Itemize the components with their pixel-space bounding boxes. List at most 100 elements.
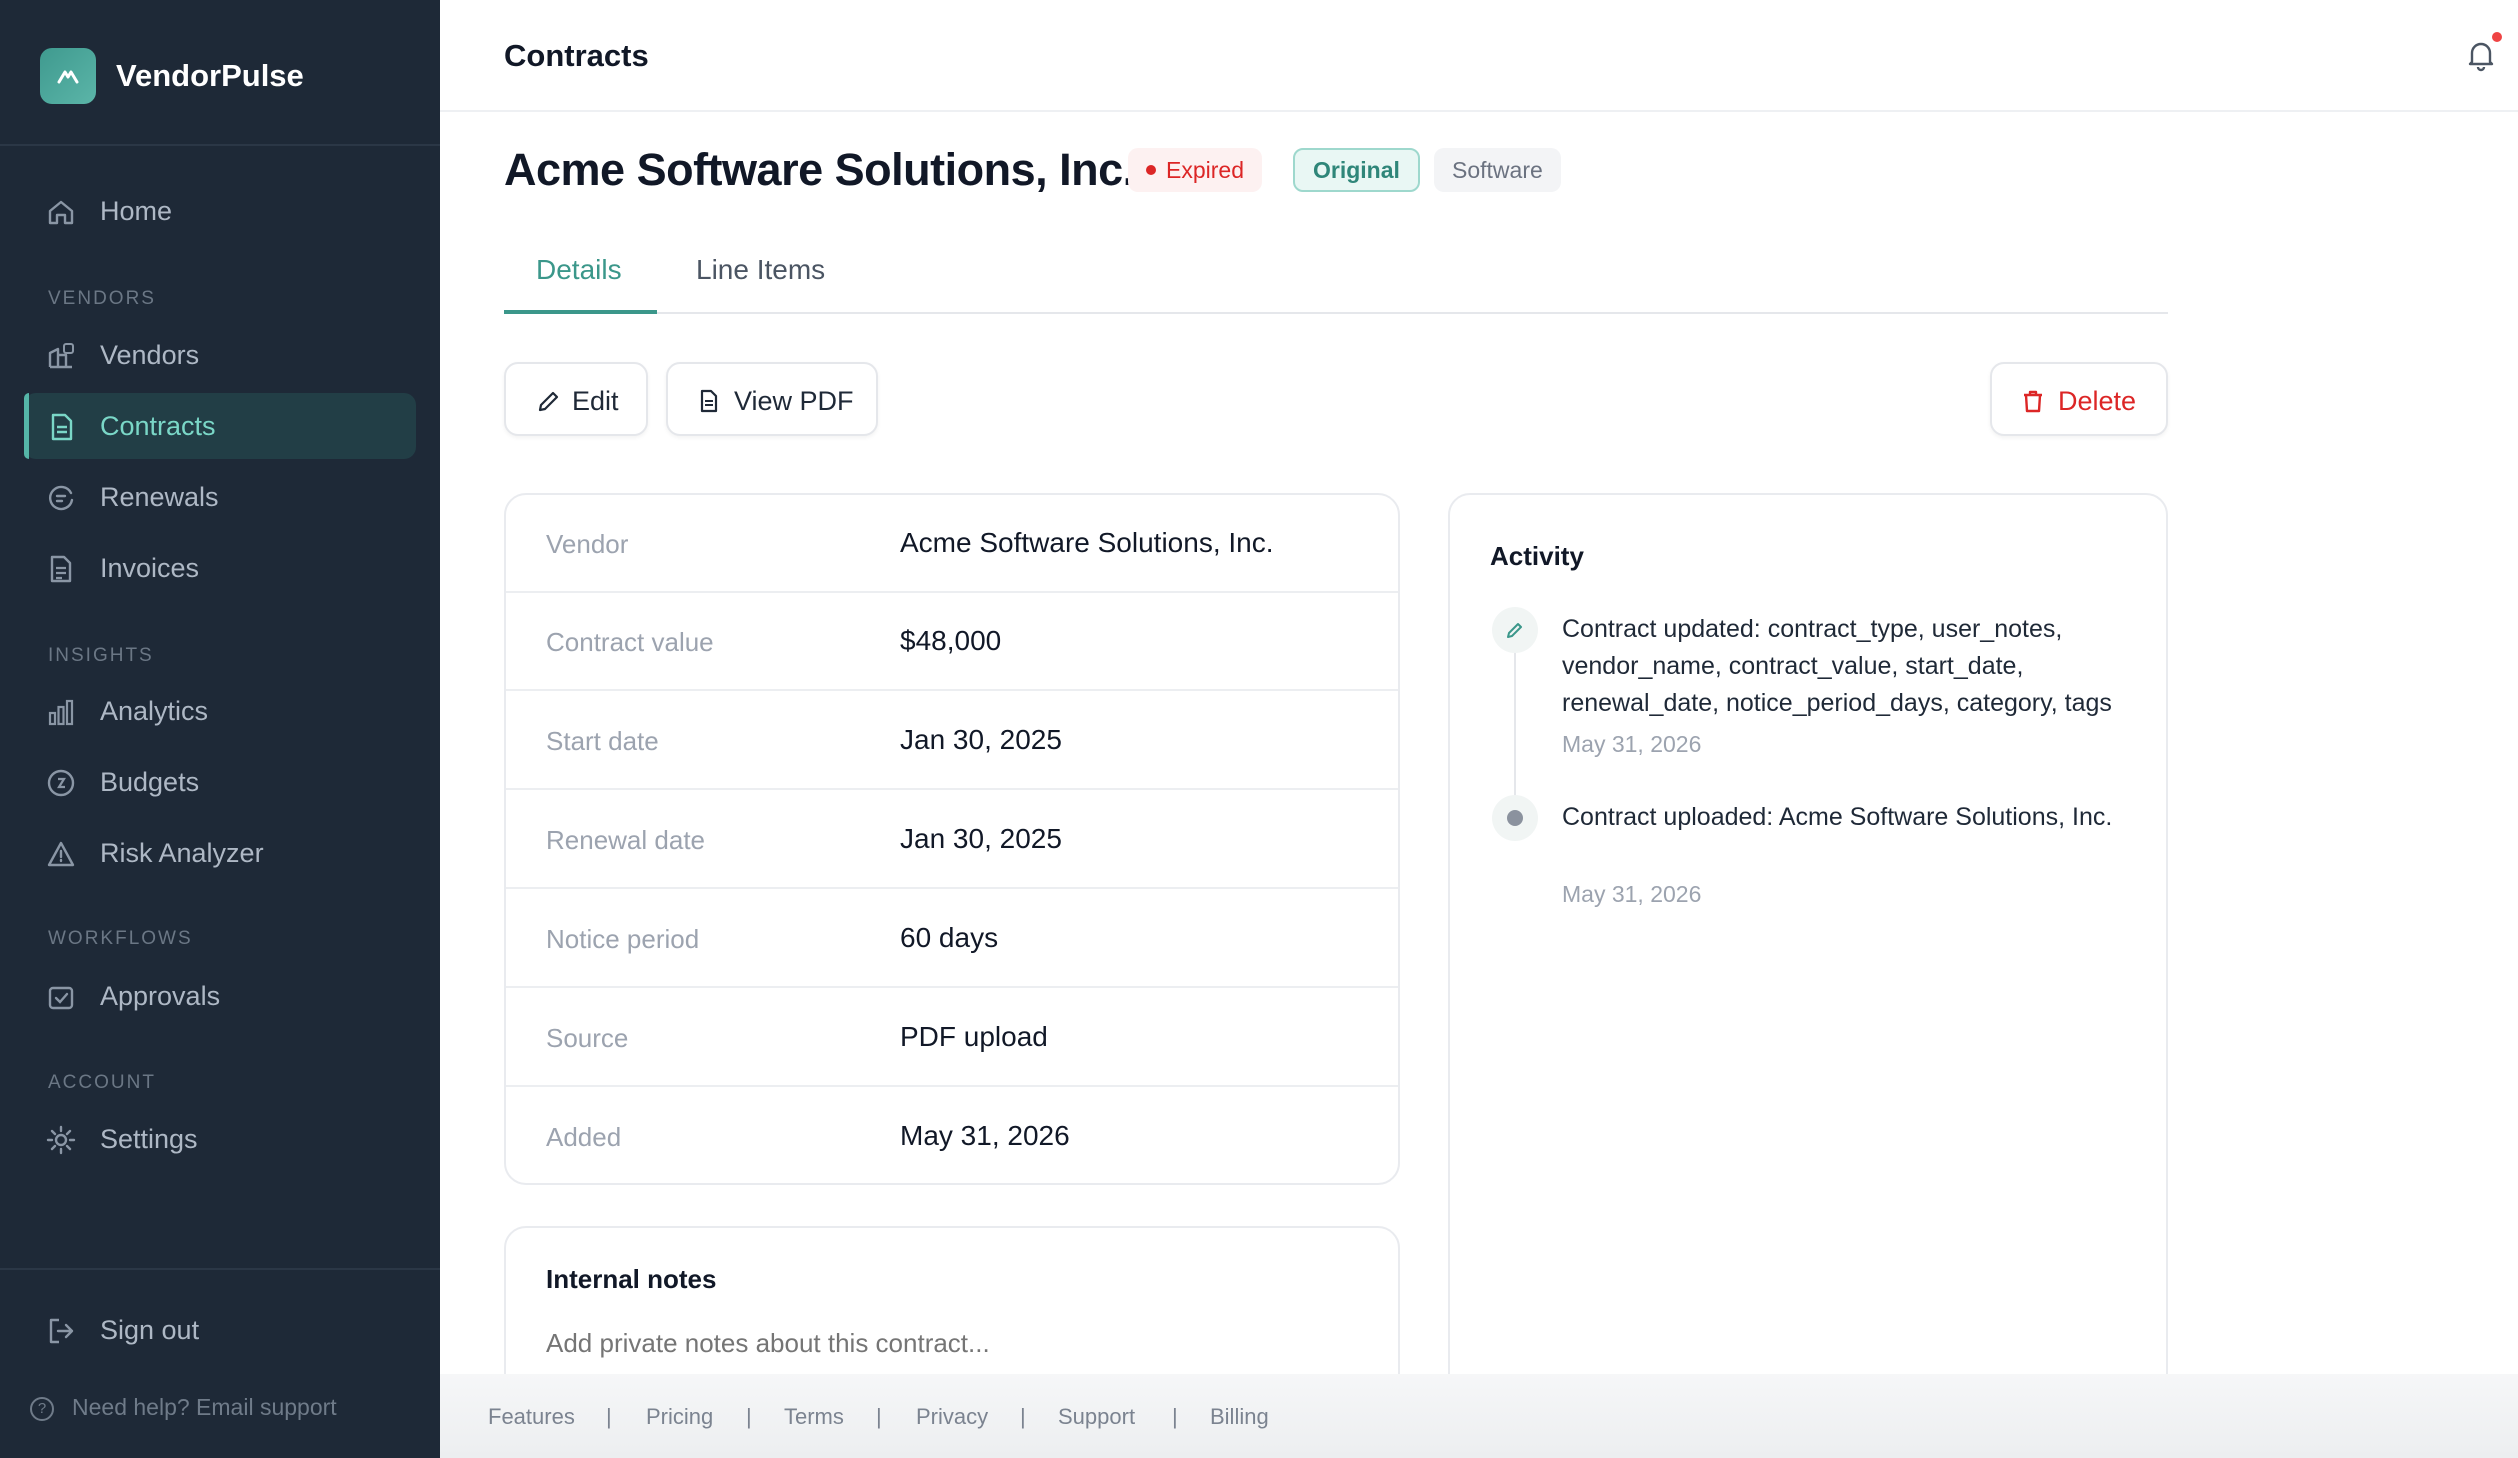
dot-icon bbox=[1492, 795, 1538, 841]
sidebar: VendorPulse Home VENDORS Vendors Contrac… bbox=[0, 0, 440, 1458]
footer-separator: | bbox=[606, 1404, 612, 1429]
help-link[interactable]: ? Need help? Email support bbox=[30, 1394, 337, 1421]
sidebar-item-label: Analytics bbox=[100, 696, 209, 726]
timeline-line bbox=[1514, 645, 1516, 805]
sidebar-item-renewals[interactable]: Renewals bbox=[24, 464, 416, 530]
brand-header: VendorPulse bbox=[0, 0, 440, 146]
sidebar-item-label: Risk Analyzer bbox=[100, 838, 264, 868]
section-label-account: ACCOUNT bbox=[48, 1072, 156, 1093]
footer-separator: | bbox=[1020, 1404, 1026, 1429]
detail-key: Start date bbox=[546, 726, 659, 756]
sign-out-label: Sign out bbox=[100, 1315, 200, 1345]
home-icon bbox=[48, 200, 74, 225]
mountain-icon[interactable] bbox=[40, 48, 96, 104]
activity-text: Contract updated: contract_type, user_no… bbox=[1562, 615, 2112, 717]
detail-row-renewal-date: Renewal date Jan 30, 2025 bbox=[506, 791, 1398, 889]
sign-out-icon bbox=[49, 1318, 74, 1344]
detail-key: Vendor bbox=[546, 529, 629, 559]
bar-chart-icon bbox=[48, 699, 74, 726]
sidebar-item-risk-analyzer[interactable]: Risk Analyzer bbox=[24, 820, 416, 886]
help-icon: ? bbox=[30, 1396, 54, 1421]
notes-input[interactable] bbox=[546, 1328, 1346, 1359]
help-text: Need help? Email support bbox=[72, 1394, 337, 1420]
warning-icon bbox=[47, 841, 75, 867]
view-pdf-label: View PDF bbox=[734, 386, 854, 416]
contract-title: Acme Software Solutions, Inc. bbox=[504, 144, 1135, 195]
sidebar-item-label: Renewals bbox=[100, 482, 219, 512]
activity-date: May 31, 2026 bbox=[1562, 731, 1702, 757]
detail-value: Jan 30, 2025 bbox=[900, 724, 1062, 755]
app-name: VendorPulse bbox=[116, 58, 304, 93]
detail-key: Notice period bbox=[546, 924, 700, 954]
detail-key: Added bbox=[546, 1122, 622, 1152]
sidebar-item-budgets[interactable]: Budgets bbox=[24, 749, 416, 815]
sidebar-item-label: Settings bbox=[100, 1124, 198, 1154]
sidebar-item-analytics[interactable]: Analytics bbox=[24, 678, 416, 744]
page-title: Contracts bbox=[504, 38, 649, 73]
footer-link-billing[interactable]: Billing bbox=[1210, 1404, 1269, 1430]
detail-key: Contract value bbox=[546, 627, 714, 657]
pencil-icon bbox=[1492, 607, 1538, 653]
category-badge: Software bbox=[1434, 148, 1561, 192]
sidebar-item-label: Vendors bbox=[100, 340, 200, 370]
detail-value: May 31, 2026 bbox=[900, 1120, 1070, 1151]
detail-key: Renewal date bbox=[546, 825, 705, 855]
sidebar-item-label: Contracts bbox=[100, 411, 216, 441]
section-label-workflows: WORKFLOWS bbox=[48, 928, 193, 949]
footer-link-support[interactable]: Support bbox=[1058, 1404, 1135, 1430]
trash-icon bbox=[2024, 390, 2042, 413]
footer-link-pricing[interactable]: Pricing bbox=[646, 1404, 713, 1430]
footer-link-privacy[interactable]: Privacy bbox=[916, 1404, 988, 1430]
sign-out-button[interactable]: Sign out bbox=[24, 1297, 416, 1363]
notification-badge bbox=[2490, 30, 2504, 44]
detail-row-notice-period: Notice period 60 days bbox=[506, 890, 1398, 988]
detail-value: 60 days bbox=[900, 922, 999, 953]
sidebar-item-settings[interactable]: Settings bbox=[24, 1106, 416, 1172]
detail-row-start-date: Start date Jan 30, 2025 bbox=[506, 692, 1398, 790]
activity-date: May 31, 2026 bbox=[1562, 881, 1702, 907]
sidebar-item-home[interactable]: Home bbox=[24, 178, 416, 244]
edit-button[interactable]: Edit bbox=[504, 362, 648, 436]
activity-text: Contract uploaded: Acme Software Solutio… bbox=[1562, 803, 2113, 831]
edit-label: Edit bbox=[572, 386, 619, 416]
tab-bar: Details Line Items bbox=[504, 240, 2168, 314]
sidebar-item-label: Approvals bbox=[100, 981, 221, 1011]
page-footer: Features | Pricing | Terms | Privacy | S… bbox=[440, 1374, 2518, 1458]
tab-line-items[interactable]: Line Items bbox=[696, 254, 825, 314]
invoice-icon bbox=[50, 555, 72, 583]
active-tab-indicator bbox=[504, 310, 657, 314]
detail-value: PDF upload bbox=[900, 1021, 1048, 1052]
sidebar-item-approvals[interactable]: Approvals bbox=[24, 963, 416, 1029]
status-badge: Expired bbox=[1128, 148, 1262, 192]
footer-separator: | bbox=[876, 1404, 882, 1429]
detail-row-added: Added May 31, 2026 bbox=[506, 1088, 1398, 1183]
file-icon bbox=[700, 389, 718, 413]
activity-card: Activity Contract updated: contract_type… bbox=[1448, 493, 2168, 1458]
sidebar-item-invoices[interactable]: Invoices bbox=[24, 535, 416, 601]
detail-key: Source bbox=[546, 1023, 629, 1053]
sidebar-item-vendors[interactable]: Vendors bbox=[24, 322, 416, 388]
vendor-building-icon bbox=[48, 343, 74, 369]
footer-link-features[interactable]: Features bbox=[488, 1404, 575, 1430]
detail-value: Acme Software Solutions, Inc. bbox=[900, 527, 1274, 558]
section-label-insights: INSIGHTS bbox=[48, 645, 154, 666]
footer-separator: | bbox=[746, 1404, 752, 1429]
detail-row-source: Source PDF upload bbox=[506, 989, 1398, 1087]
sidebar-item-label: Home bbox=[100, 196, 173, 226]
type-badge: Original bbox=[1293, 148, 1420, 192]
delete-button[interactable]: Delete bbox=[1990, 362, 2168, 436]
delete-label: Delete bbox=[2058, 386, 2137, 416]
approval-icon bbox=[48, 986, 74, 1010]
gear-icon bbox=[46, 1125, 76, 1155]
activity-title: Activity bbox=[1490, 541, 1584, 571]
footer-link-terms[interactable]: Terms bbox=[784, 1404, 844, 1430]
detail-row-vendor: Vendor Acme Software Solutions, Inc. bbox=[506, 495, 1398, 593]
budget-icon bbox=[47, 769, 75, 797]
sidebar-item-contracts[interactable]: Contracts bbox=[24, 393, 416, 459]
detail-value: $48,000 bbox=[900, 625, 1002, 656]
top-bar: Contracts bbox=[440, 0, 2518, 112]
contract-details-card: Vendor Acme Software Solutions, Inc. Cont… bbox=[504, 493, 1400, 1185]
tab-details[interactable]: Details bbox=[536, 254, 622, 314]
view-pdf-button[interactable]: View PDF bbox=[666, 362, 878, 436]
sidebar-item-label: Budgets bbox=[100, 767, 200, 797]
